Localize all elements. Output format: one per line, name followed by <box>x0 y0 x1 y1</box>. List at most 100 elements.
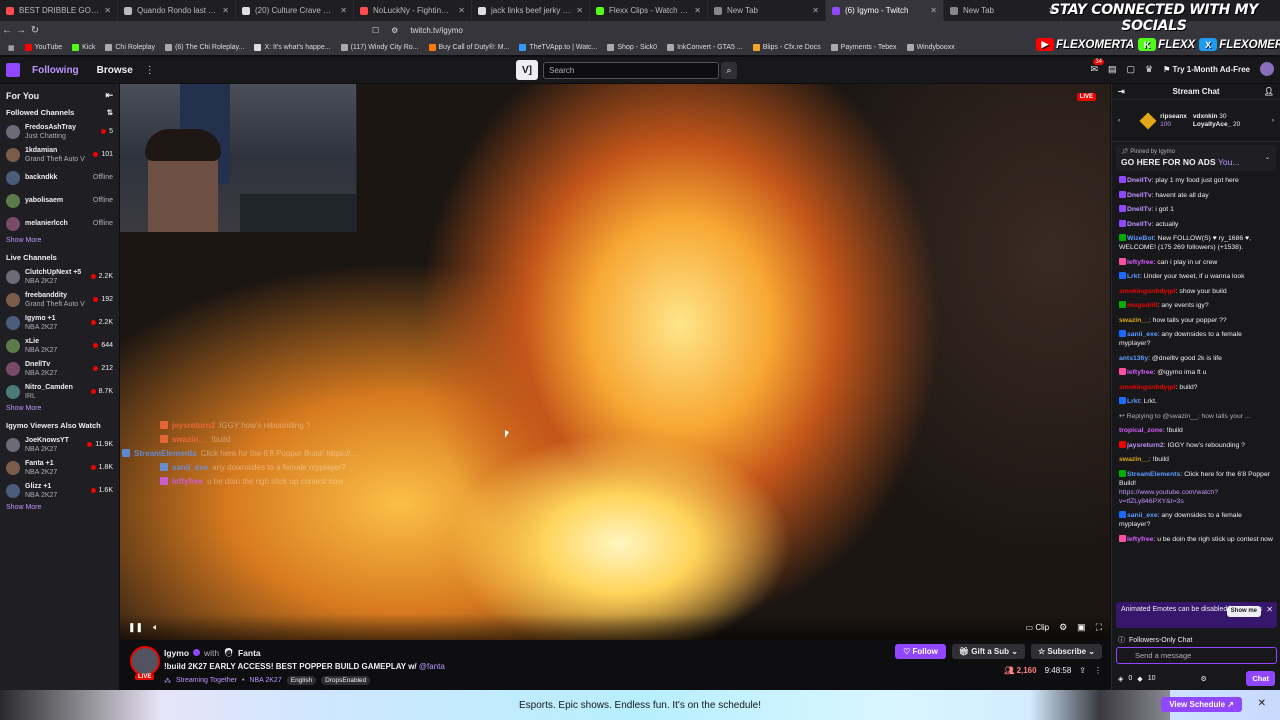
browser-tab[interactable]: (6) Igymo - Twitch ✕ <box>826 0 944 21</box>
share-icon[interactable]: ⇪ <box>1079 666 1086 675</box>
sidebar-channel[interactable]: Nitro_Camden IRL 8.7K <box>0 380 119 403</box>
chat-username[interactable]: jaysreturn2 <box>1127 442 1164 449</box>
chat-username[interactable]: DnellTv <box>1127 206 1152 213</box>
close-promo-icon[interactable]: ✕ <box>1258 698 1266 709</box>
bookmark-item[interactable]: YouTube <box>24 44 62 51</box>
chat-username[interactable]: WizeBot <box>1127 235 1154 242</box>
more-icon[interactable]: ⋮ <box>1094 666 1102 675</box>
chat-username[interactable]: smokingonbdygd <box>1119 384 1176 391</box>
video-player[interactable]: LIVE jaysreturn2 IGGY how's rebounding ? s… <box>120 84 1110 640</box>
show-more-live[interactable]: Show More <box>0 403 119 416</box>
chat-message[interactable]: smokingonbdygd: build? <box>1119 383 1273 392</box>
chat-message[interactable]: DnellTv: havent ate all day <box>1119 190 1273 200</box>
nav-browse[interactable]: Browse <box>97 65 133 76</box>
search-input[interactable]: Search <box>543 62 719 79</box>
sidebar-channel[interactable]: melanierlcch Offline <box>0 212 119 235</box>
site-info-icon[interactable]: ⚙ <box>391 26 398 35</box>
chat-message[interactable]: DnellTv: i got 1 <box>1119 205 1273 214</box>
chat-message[interactable]: smokingonbdygd: show your build <box>1119 287 1273 296</box>
sidebar-channel[interactable]: FredosAshTray Just Chatting 5 <box>0 120 119 143</box>
collapse-chat-icon[interactable]: ⇥ <box>1118 87 1125 96</box>
chat-message[interactable]: WizeBot: New FOLLOW(S) ♥ ry_1686 ♥, WELC… <box>1119 234 1273 252</box>
close-tab-icon[interactable]: ✕ <box>812 6 819 15</box>
chat-message[interactable]: DnellTv: play 1 my food just got here <box>1119 176 1273 185</box>
leader-1[interactable]: ripseanx 100 <box>1160 113 1187 129</box>
bookmark-item[interactable]: Kick <box>72 44 95 51</box>
leaders-2-3[interactable]: vdxnkin 30 LoyaltyAce_ 20 <box>1193 113 1240 129</box>
apps-grid-icon[interactable]: ▦ <box>8 44 15 52</box>
chat-message[interactable]: StreamElements: Click here for the 6'8 P… <box>1119 469 1273 506</box>
game-link[interactable]: NBA 2K27 <box>249 677 281 684</box>
reload-icon[interactable]: ↻ <box>28 25 42 36</box>
sidebar-channel[interactable]: DnellTv NBA 2K27 212 <box>0 357 119 380</box>
nav-following[interactable]: Following <box>32 65 79 76</box>
chat-message[interactable]: mugsdrill: any events igy? <box>1119 301 1273 310</box>
browser-tab[interactable]: jack links beef jerky - Google Sea ✕ <box>472 0 590 21</box>
bookmark-item[interactable]: Blips - Cfx.re Docs <box>752 44 821 51</box>
user-avatar[interactable] <box>1260 62 1274 76</box>
browser-tab[interactable]: (20) Culture Crave 🎃 on X ✕ <box>236 0 354 21</box>
chat-username[interactable]: ants136y <box>1119 355 1148 362</box>
close-tab-icon[interactable]: ✕ <box>576 6 583 15</box>
tag-drops-enabled[interactable]: DropsEnabled <box>321 676 371 685</box>
browser-tab[interactable]: NoLuckNy - Fighting W/ My Nos ✕ <box>354 0 472 21</box>
chat-message[interactable]: Lrkt: Under your tweet, if u wanna look <box>1119 272 1273 281</box>
bookmark-item[interactable]: TheTVApp.to | Watc... <box>519 44 597 51</box>
bookmark-item[interactable]: Payments - Tebex <box>830 44 897 51</box>
chat-message[interactable]: sanii_exe: any downsides to a female myp… <box>1119 511 1273 529</box>
sort-icon[interactable]: ⇅ <box>107 108 113 117</box>
streaming-together-label[interactable]: Streaming Together <box>176 677 237 684</box>
chat-message[interactable]: tropical_zone: !build <box>1119 426 1273 435</box>
subscribe-button[interactable]: ☆ Subscribe ⌄ <box>1030 644 1102 659</box>
chat-link[interactable]: https://www.youtube.com/watch?v=tfZLy846… <box>1119 488 1273 506</box>
show-more-also[interactable]: Show More <box>0 502 119 515</box>
close-notice-icon[interactable]: ✕ <box>1266 605 1273 614</box>
forward-icon[interactable]: → <box>14 25 28 36</box>
chat-send-button[interactable]: Chat <box>1246 671 1275 686</box>
sidebar-channel[interactable]: yabolisaem Offline <box>0 189 119 212</box>
chat-username[interactable]: Lrkt <box>1127 398 1140 405</box>
search-icon[interactable]: ⌕ <box>721 62 737 79</box>
chat-message[interactable]: swazin__: how talls your popper ?? <box>1119 316 1273 325</box>
more-options-icon[interactable]: ⋮ <box>145 65 155 76</box>
chat-username[interactable]: sanii_exe <box>1127 512 1158 519</box>
close-tab-icon[interactable]: ✕ <box>458 6 465 15</box>
chat-input[interactable]: Send a message <box>1116 647 1277 664</box>
close-tab-icon[interactable]: ✕ <box>340 6 347 15</box>
url-text[interactable]: twitch.tv/igymo <box>410 26 462 35</box>
ad-free-button[interactable]: ⚑ Try 1-Month Ad-Free <box>1163 65 1250 74</box>
bookmark-item[interactable]: Chi Roleplay <box>105 44 155 51</box>
bookmark-item[interactable]: (6) The Chi Roleplay... <box>165 44 244 51</box>
close-tab-icon[interactable]: ✕ <box>694 6 701 15</box>
chat-username[interactable]: DnellTv <box>1127 177 1152 184</box>
pinned-message[interactable]: 📌︎ Pinned by Igymo GO HERE FOR NO ADS Yo… <box>1116 145 1276 171</box>
chat-message[interactable]: sanii_exe: any downsides to a female myp… <box>1119 330 1273 348</box>
browser-tab[interactable]: Flexx Clips - Watch Live on Kick ✕ <box>590 0 708 21</box>
theatre-mode-icon[interactable]: ▣ <box>1077 622 1086 633</box>
whispers-icon[interactable]: ▢ <box>1127 64 1136 75</box>
partner-name[interactable]: Fanta <box>238 648 261 658</box>
close-tab-icon[interactable]: ✕ <box>930 6 937 15</box>
close-tab-icon[interactable]: ✕ <box>222 6 229 15</box>
bookmark-item[interactable]: Buy Call of Duty®: M... <box>428 44 509 51</box>
extension-logo-icon[interactable]: V] <box>516 60 538 80</box>
show-me-button[interactable]: Show me <box>1226 606 1261 617</box>
sidebar-channel[interactable]: xLie NBA 2K27 644 <box>0 334 119 357</box>
chat-username[interactable]: DnellTv <box>1127 192 1152 199</box>
leaderboard-prev-icon[interactable]: ‹ <box>1118 117 1120 124</box>
expand-pinned-icon[interactable]: ⌄ <box>1265 154 1270 161</box>
browser-tab[interactable]: Quando Rondo last show ✕ <box>118 0 236 21</box>
tag-english[interactable]: English <box>286 676 317 685</box>
chat-username[interactable]: swazin__ <box>1119 317 1149 324</box>
chat-message[interactable]: ants136y: @dnelltv good 2k is life <box>1119 354 1273 363</box>
chat-username[interactable]: sanii_exe <box>1127 331 1158 338</box>
chat-username[interactable]: swazin__ <box>1119 456 1149 463</box>
pinned-link[interactable]: You... <box>1218 157 1239 167</box>
browser-tab[interactable]: BEST DRIBBLE GOD PLAYING ✕ <box>0 0 118 21</box>
users-icon[interactable]: 👤︎ <box>1264 87 1274 96</box>
sidebar-channel[interactable]: Fanta +1 NBA 2K27 1.8K <box>0 456 119 479</box>
bookmark-item[interactable]: (117) Windy City Ro... <box>340 44 419 51</box>
channel-points-icon[interactable]: ◈ <box>1118 675 1123 683</box>
sidebar-channel[interactable]: backndkk Offline <box>0 166 119 189</box>
crown-icon[interactable]: ♛ <box>1145 64 1153 75</box>
